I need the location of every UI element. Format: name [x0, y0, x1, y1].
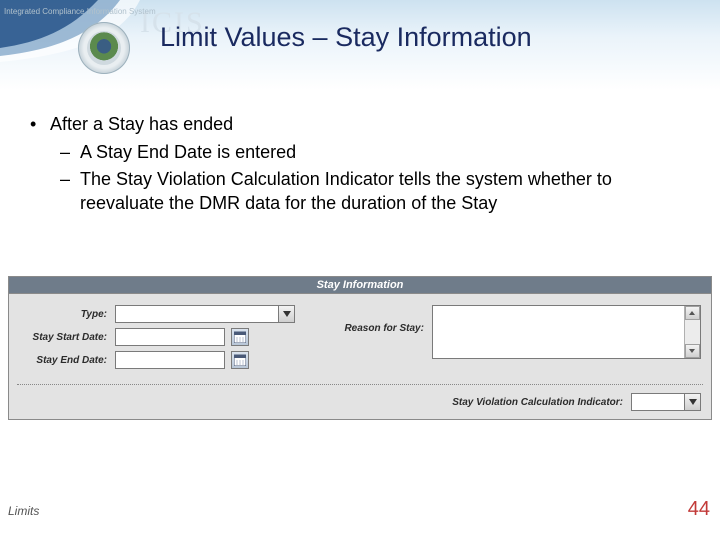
label-start-date: Stay Start Date:: [19, 332, 115, 343]
epa-seal-icon: [78, 22, 130, 74]
start-date-input[interactable]: [115, 328, 225, 346]
reason-value: [433, 306, 684, 358]
label-indicator: Stay Violation Calculation Indicator:: [452, 397, 631, 408]
divider: [17, 384, 703, 385]
bullet-dash-icon: [60, 140, 80, 164]
calendar-icon[interactable]: [231, 351, 249, 369]
bullet-main: After a Stay has ended: [50, 112, 233, 136]
indicator-value: [632, 394, 684, 410]
chevron-down-icon: [684, 394, 700, 410]
label-end-date: Stay End Date:: [19, 355, 115, 366]
reason-textarea[interactable]: [432, 305, 701, 359]
panel-title: Stay Information: [9, 277, 711, 294]
label-type: Type:: [19, 309, 115, 320]
bullet-dot-icon: [30, 112, 50, 136]
footer-page-number: 44: [688, 498, 710, 521]
scrollbar[interactable]: [684, 306, 700, 358]
header-watermark-sub: Integrated Compliance Information System: [4, 7, 156, 16]
scroll-down-icon[interactable]: [685, 344, 700, 358]
chevron-down-icon: [278, 306, 294, 322]
indicator-select[interactable]: [631, 393, 701, 411]
label-reason: Reason for Stay:: [338, 305, 432, 334]
stay-information-panel: Stay Information Type: Stay Start Date: …: [8, 276, 712, 420]
bullet-sub2: The Stay Violation Calculation Indicator…: [80, 167, 690, 216]
bullet-sub1: A Stay End Date is entered: [80, 140, 296, 164]
type-select[interactable]: [115, 305, 295, 323]
slide-title: Limit Values – Stay Information: [160, 22, 700, 53]
footer-section-label: Limits: [8, 504, 39, 518]
end-date-input[interactable]: [115, 351, 225, 369]
scroll-up-icon[interactable]: [685, 306, 700, 320]
body-text: After a Stay has ended A Stay End Date i…: [30, 112, 690, 217]
bullet-dash-icon: [60, 167, 80, 216]
type-value: [116, 306, 278, 322]
calendar-icon[interactable]: [231, 328, 249, 346]
